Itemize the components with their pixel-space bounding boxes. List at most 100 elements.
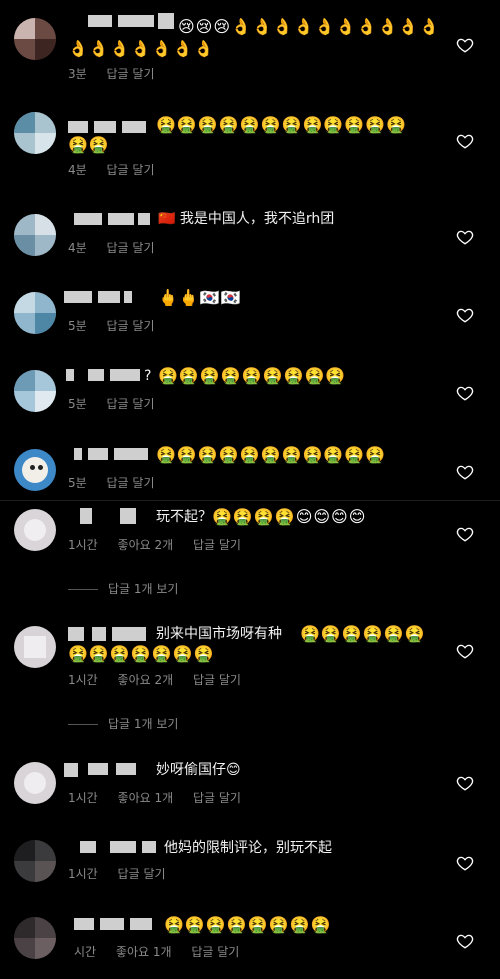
comment-time: 5분 — [68, 319, 87, 333]
avatar[interactable] — [14, 292, 56, 334]
avatar[interactable] — [14, 18, 56, 60]
comment-item: 🤮🤮🤮🤮🤮🤮🤮🤮 시간 좋아요 1개 답글 달기 — [0, 913, 500, 973]
reply-button[interactable]: 답글 달기 — [107, 67, 155, 81]
comment-emoji-line: 🤮🤮🤮🤮🤮🤮🤮🤮🤮🤮🤮 — [156, 445, 387, 464]
view-replies-label: 답글 1개 보기 — [108, 582, 179, 596]
avatar[interactable] — [14, 840, 56, 882]
comment-text-body: 玩不起？ — [156, 509, 212, 525]
comment-meta: 시간 좋아요 1개 답글 달기 — [74, 943, 255, 960]
avatar[interactable] — [14, 370, 56, 412]
heart-outline-icon[interactable] — [456, 463, 474, 481]
username[interactable] — [64, 760, 150, 778]
username[interactable] — [66, 366, 144, 384]
comment-meta: 5분 답글 달기 — [68, 317, 171, 334]
comment-time: 1시간 — [68, 791, 98, 805]
username[interactable] — [74, 445, 150, 463]
avatar[interactable] — [14, 112, 56, 154]
username[interactable] — [80, 507, 140, 525]
comment-emoji-line: 🤮🤮🤮🤮🤮🤮🤮🤮🤮🤮🤮🤮 — [156, 115, 408, 134]
comment-meta: 5분 답글 달기 — [68, 395, 171, 412]
comment-emoji-line: 🖕🖕🇰🇷🇰🇷 — [158, 288, 242, 307]
comment-text-body: 我是中国人，我不追rh团 — [179, 211, 335, 227]
like-count[interactable]: 좋아요 1개 — [118, 791, 174, 805]
like-count[interactable]: 좋아요 2개 — [118, 673, 174, 687]
comment-emoji-line: 👌👌👌👌👌👌👌 — [68, 39, 215, 58]
comment-meta: 1시간 좋아요 2개 답글 달기 — [68, 536, 257, 553]
username[interactable] — [64, 288, 134, 306]
comment-text-body: 别来中国市场呀有种 — [156, 626, 282, 642]
comment-emoji-line: 🤮🤮 — [68, 135, 110, 154]
comment-time: 1시간 — [68, 673, 98, 687]
smile-icon: 😊 — [226, 762, 241, 778]
comment-time: 5분 — [68, 476, 87, 490]
reply-button[interactable]: 답글 달기 — [118, 867, 166, 881]
heart-outline-icon[interactable] — [456, 525, 474, 543]
avatar[interactable] — [14, 509, 56, 551]
avatar[interactable] — [14, 917, 56, 959]
comment-item: 别来中国市场呀有种 🤮🤮🤮🤮🤮🤮 🤮🤮🤮🤮🤮🤮🤮 1시간 좋아요 2개 답글 달… — [0, 622, 500, 742]
comment-meta: 3분 답글 달기 — [68, 65, 171, 82]
avatar[interactable] — [14, 762, 56, 804]
heart-outline-icon[interactable] — [456, 642, 474, 660]
reply-button[interactable]: 답글 달기 — [193, 673, 241, 687]
comment-item: 🤮🤮🤮🤮🤮🤮🤮🤮🤮🤮🤮 5분 답글 달기 — [0, 443, 500, 499]
username[interactable] — [74, 210, 154, 228]
view-replies-button[interactable]: 답글 1개 보기 — [68, 715, 178, 732]
like-count[interactable]: 좋아요 2개 — [118, 538, 174, 552]
flag-cn-icon: 🇨🇳 — [158, 211, 176, 227]
avatar[interactable] — [14, 214, 56, 256]
comment-time: 4분 — [68, 163, 87, 177]
reply-button[interactable]: 답글 달기 — [107, 476, 155, 490]
comment-text-content: 妙呀偷国仔 — [156, 762, 226, 778]
reply-button[interactable]: 답글 달기 — [107, 397, 155, 411]
reply-button[interactable]: 답글 달기 — [107, 163, 155, 177]
username[interactable] — [74, 915, 158, 933]
username[interactable] — [68, 624, 150, 642]
comment-emoji-line: 🤮🤮🤮🤮🤮🤮 — [300, 624, 426, 643]
comment-meta: 1시간 좋아요 2개 답글 달기 — [68, 671, 257, 688]
comment-time: 3분 — [68, 67, 87, 81]
comment-meta: 5분 답글 달기 — [68, 474, 171, 491]
comment-item: 🇨🇳 我是中国人，我不追rh团 4분 답글 달기 — [0, 208, 500, 268]
comment-time: 1시간 — [68, 867, 98, 881]
comment-text-body: 他妈的限制评论，别玩不起 — [164, 840, 332, 856]
reply-button[interactable]: 답글 달기 — [107, 241, 155, 255]
comment-time: 4분 — [68, 241, 87, 255]
comment-emoji-line: 🤮🤮🤮🤮🤮🤮🤮🤮 — [164, 915, 332, 934]
avatar[interactable] — [14, 449, 56, 491]
username[interactable] — [88, 12, 178, 30]
heart-outline-icon[interactable] — [456, 854, 474, 872]
comment-text: 🇨🇳 我是中国人，我不追rh团 — [158, 208, 334, 230]
like-count[interactable]: 좋아요 1개 — [116, 945, 172, 959]
reply-button[interactable]: 답글 달기 — [193, 791, 241, 805]
heart-outline-icon[interactable] — [456, 36, 474, 54]
comment-meta: 4분 답글 달기 — [68, 161, 171, 178]
heart-outline-icon[interactable] — [456, 932, 474, 950]
comment-emoji-line: 🤮🤮🤮🤮🤮🤮🤮🤮🤮 — [158, 366, 347, 385]
heart-outline-icon[interactable] — [456, 228, 474, 246]
comment-emoji-line: 🤮🤮🤮🤮🤮🤮🤮 — [68, 644, 215, 663]
heart-outline-icon[interactable] — [456, 774, 474, 792]
comment-meta: 1시간 좋아요 1개 답글 달기 — [68, 789, 257, 806]
avatar[interactable] — [14, 626, 56, 668]
comment-item: 玩不起？ 🤮🤮🤮🤮😊😊😊😊 1시간 좋아요 2개 답글 달기 답글 1개 보기 — [0, 505, 500, 605]
reply-button[interactable]: 답글 달기 — [107, 319, 155, 333]
comment-time: 5분 — [68, 397, 87, 411]
reply-button[interactable]: 답글 달기 — [193, 538, 241, 552]
reply-button[interactable]: 답글 달기 — [191, 945, 239, 959]
comment-emoji-line: 😢😢😢👌👌👌👌👌👌👌👌👌👌 — [178, 17, 441, 36]
heart-outline-icon[interactable] — [456, 384, 474, 402]
comment-item: 妙呀偷国仔😊 1시간 좋아요 1개 답글 달기 — [0, 758, 500, 818]
comment-item: 😢😢😢👌👌👌👌👌👌👌👌👌👌 👌👌👌👌👌👌👌 3분 답글 달기 — [0, 12, 500, 92]
comment-item: ? 🤮🤮🤮🤮🤮🤮🤮🤮🤮 5분 답글 달기 — [0, 364, 500, 424]
comment-item: 🤮🤮🤮🤮🤮🤮🤮🤮🤮🤮🤮🤮 🤮🤮 4분 답글 달기 — [0, 108, 500, 188]
comment-meta: 4분 답글 달기 — [68, 239, 171, 256]
view-replies-label: 답글 1개 보기 — [108, 717, 179, 731]
username[interactable] — [80, 838, 162, 856]
comment-meta: 1시간 답글 달기 — [68, 865, 182, 882]
heart-outline-icon[interactable] — [456, 132, 474, 150]
heart-outline-icon[interactable] — [456, 306, 474, 324]
view-replies-button[interactable]: 답글 1개 보기 — [68, 580, 178, 597]
comment-time: 1시간 — [68, 538, 98, 552]
comment-item: 他妈的限制评论，别玩不起 1시간 답글 달기 — [0, 836, 500, 896]
